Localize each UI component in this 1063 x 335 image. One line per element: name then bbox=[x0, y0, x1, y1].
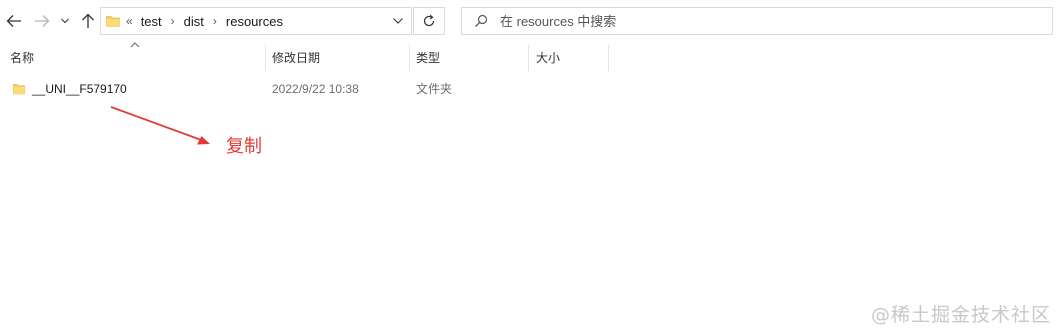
back-button[interactable] bbox=[3, 10, 25, 32]
refresh-icon bbox=[423, 14, 435, 27]
column-header-name[interactable]: 名称 bbox=[0, 44, 265, 72]
arrow-up-icon bbox=[82, 13, 94, 28]
chevron-down-icon bbox=[61, 18, 69, 24]
navigation-toolbar: « test › dist › resources bbox=[0, 0, 1063, 44]
column-header-size[interactable]: 大小 bbox=[526, 44, 608, 72]
file-type: 文件夹 bbox=[416, 82, 453, 96]
folder-icon bbox=[13, 84, 25, 95]
arrow-right-icon bbox=[35, 15, 50, 27]
annotation-label: 复制 bbox=[226, 136, 262, 157]
recent-locations-button[interactable] bbox=[56, 10, 74, 32]
breadcrumb-item-dist[interactable]: dist bbox=[184, 14, 204, 29]
watermark: @稀土掘金技术社区 bbox=[870, 304, 1051, 326]
breadcrumb: « test › dist › resources bbox=[126, 14, 283, 29]
breadcrumb-item-resources[interactable]: resources bbox=[226, 14, 283, 29]
forward-button[interactable] bbox=[31, 10, 53, 32]
breadcrumb-overflow[interactable]: « bbox=[126, 14, 133, 28]
chevron-down-icon bbox=[393, 18, 403, 24]
column-header-type[interactable]: 类型 bbox=[406, 44, 528, 72]
breadcrumb-item-test[interactable]: test bbox=[141, 14, 162, 29]
column-header-modified[interactable]: 修改日期 bbox=[262, 44, 409, 72]
arrow-left-icon bbox=[6, 15, 21, 27]
column-headers: 名称 修改日期 类型 大小 bbox=[0, 44, 1063, 72]
breadcrumb-separator[interactable]: › bbox=[213, 14, 217, 28]
file-modified-date: 2022/9/22 10:38 bbox=[272, 82, 359, 96]
refresh-button[interactable] bbox=[413, 7, 445, 35]
file-row[interactable]: __UNI__F579170 2022/9/22 10:38 文件夹 bbox=[0, 79, 620, 99]
folder-icon bbox=[106, 16, 120, 27]
search-input[interactable] bbox=[498, 12, 1022, 30]
search-box[interactable] bbox=[461, 7, 1053, 35]
address-history-button[interactable] bbox=[385, 8, 411, 34]
address-bar[interactable]: « test › dist › resources bbox=[100, 7, 412, 35]
breadcrumb-separator[interactable]: › bbox=[171, 14, 175, 28]
up-button[interactable] bbox=[77, 10, 99, 32]
column-divider[interactable] bbox=[608, 45, 609, 71]
sort-ascending-icon bbox=[130, 42, 140, 48]
search-icon bbox=[475, 14, 488, 27]
file-name[interactable]: __UNI__F579170 bbox=[32, 79, 127, 99]
annotation-arrow bbox=[110, 106, 210, 145]
